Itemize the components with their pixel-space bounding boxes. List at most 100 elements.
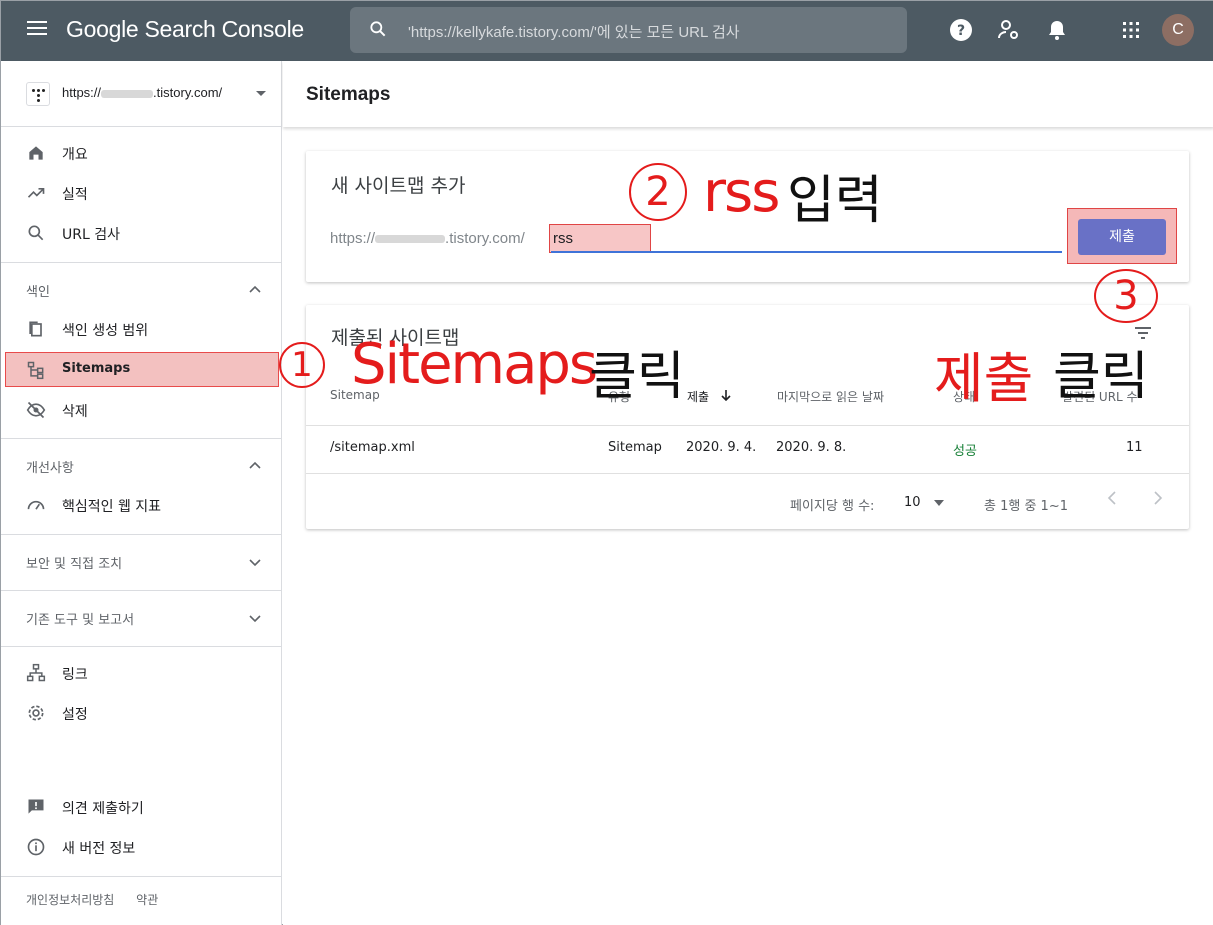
sitemap-submitted-date: 2020. 9. 4. [686, 440, 757, 455]
sidebar-item-performance[interactable]: 실적 [1, 173, 281, 213]
add-sitemap-title: 새 사이트맵 추가 [331, 175, 466, 197]
column-header-submitted[interactable]: 제출 [687, 388, 709, 405]
chevron-down-icon [249, 559, 261, 567]
section-enhancements-header[interactable]: 개선사항 [1, 443, 281, 487]
step2-annotation-red: rss [703, 160, 780, 225]
notifications-icon[interactable] [1045, 18, 1069, 42]
visibility-off-icon [26, 401, 46, 419]
input-underline [551, 251, 1062, 253]
divider [1, 590, 281, 591]
divider [1, 646, 281, 647]
step1-number-badge: 1 [279, 342, 325, 388]
speed-icon [27, 500, 45, 510]
sidebar-item-url-inspection[interactable]: URL 검사 [1, 213, 281, 253]
sidebar-item-label: 개요 [62, 147, 88, 163]
sitemap-status: 성공 [953, 444, 977, 459]
submit-button[interactable]: 제출 [1078, 219, 1166, 255]
home-icon [29, 146, 43, 160]
sidebar-item-sitemaps[interactable]: Sitemaps [1, 350, 281, 390]
sort-arrow-down-icon [721, 390, 731, 401]
step3-annotation-black: 클릭 [1053, 347, 1149, 407]
sidebar-item-whats-new[interactable]: 새 버전 정보 [1, 827, 281, 867]
sidebar-item-label: URL 검사 [62, 227, 120, 243]
chevron-up-icon [249, 285, 261, 293]
rows-per-page-label: 페이지당 행 수: [790, 499, 875, 514]
chevron-down-icon [249, 615, 261, 623]
app-brand[interactable]: Google Search Console [66, 16, 304, 43]
sidebar-item-label: 설정 [62, 707, 88, 723]
divider [1, 876, 281, 877]
help-icon[interactable]: ? [949, 18, 973, 42]
svg-text:?: ? [957, 23, 965, 39]
privacy-link[interactable]: 개인정보처리방침 [26, 893, 114, 907]
manage-users-icon[interactable] [997, 18, 1021, 42]
sitemap-url-count: 11 [1126, 440, 1143, 455]
info-icon [27, 838, 45, 856]
sidebar-item-label: 새 버전 정보 [62, 841, 136, 857]
divider [306, 473, 1189, 474]
sidebar-item-feedback[interactable]: 의견 제출하기 [1, 787, 281, 827]
settings-icon [28, 705, 44, 721]
terms-link[interactable]: 약관 [136, 893, 158, 907]
url-inspect-search[interactable]: 'https://kellykafe.tistory.com/'에 있는 모든 … [350, 7, 907, 53]
sidebar-item-core-web-vitals[interactable]: 핵심적인 웹 지표 [1, 485, 281, 525]
sidebar-item-settings[interactable]: 설정 [1, 693, 281, 733]
sidebar-item-coverage[interactable]: 색인 생성 범위 [1, 309, 281, 349]
sidebar-item-label: 의견 제출하기 [62, 801, 144, 817]
chevron-left-icon[interactable] [1106, 491, 1118, 505]
step1-annotation-black: 클릭 [589, 347, 685, 407]
search-input[interactable]: 'https://kellykafe.tistory.com/'에 있는 모든 … [408, 21, 740, 42]
top-app-bar: Google Search Console 'https://kellykafe… [1, 1, 1213, 61]
step1-annotation-red: Sitemaps [351, 332, 598, 397]
sidebar-item-label: 삭제 [62, 404, 88, 420]
sidebar-item-overview[interactable]: 개요 [1, 133, 281, 173]
section-security-header[interactable]: 보안 및 직접 조치 [1, 539, 281, 583]
sitemap-icon [27, 361, 44, 380]
divider [1, 534, 281, 535]
property-url: https://.tistory.com/ [62, 85, 223, 100]
footer-links: 개인정보처리방침 약관 [26, 891, 176, 908]
dropdown-caret-icon[interactable] [933, 499, 945, 507]
page-header: Sitemaps [283, 61, 1213, 127]
sitemap-last-read-date: 2020. 9. 8. [776, 440, 847, 455]
step2-number-badge: 2 [629, 163, 687, 221]
sidebar-item-label: 색인 생성 범위 [62, 323, 149, 339]
step2-annotation-black: 입력 [787, 171, 883, 231]
sitemap-type: Sitemap [608, 440, 662, 455]
coverage-icon [29, 321, 42, 337]
divider [306, 425, 1189, 426]
sidebar: https://.tistory.com/ 개요 실적 URL 검사 색인 색인… [1, 61, 282, 925]
sidebar-item-label: Sitemaps [62, 361, 131, 376]
sidebar-item-label: 핵심적인 웹 지표 [62, 499, 162, 515]
sidebar-item-label: 실적 [62, 187, 88, 203]
apps-grid-icon[interactable] [1119, 18, 1143, 42]
section-label: 기존 도구 및 보고서 [26, 613, 135, 628]
search-icon [28, 225, 44, 241]
chevron-right-icon[interactable] [1152, 491, 1164, 505]
section-label: 보안 및 직접 조치 [26, 557, 123, 572]
search-icon [370, 21, 386, 37]
pagination-range: 총 1행 중 1~1 [984, 499, 1068, 514]
section-legacy-header[interactable]: 기존 도구 및 보고서 [1, 595, 281, 639]
trending-up-icon [27, 188, 45, 198]
sitemap-url-input[interactable]: rss [553, 230, 573, 247]
chevron-up-icon [249, 461, 261, 469]
account-avatar[interactable]: C [1162, 14, 1194, 46]
property-selector[interactable]: https://.tistory.com/ [1, 61, 281, 127]
sidebar-item-links[interactable]: 링크 [1, 653, 281, 693]
rows-per-page-select[interactable]: 10 [904, 495, 921, 510]
sitemap-path[interactable]: /sitemap.xml [330, 440, 415, 455]
section-label: 개선사항 [26, 461, 74, 476]
feedback-icon [28, 799, 44, 814]
column-header-last-read[interactable]: 마지막으로 읽은 날짜 [777, 388, 884, 405]
step3-annotation-red: 제출 [934, 347, 1034, 410]
sidebar-item-removals[interactable]: 삭제 [1, 390, 281, 430]
page-title: Sitemaps [306, 84, 391, 105]
property-favicon-icon [26, 82, 50, 106]
step3-number-badge: 3 [1094, 269, 1158, 323]
section-index-header[interactable]: 색인 [1, 267, 281, 311]
dropdown-caret-icon[interactable] [256, 91, 266, 96]
divider [1, 262, 281, 263]
menu-icon[interactable] [27, 21, 47, 37]
sidebar-item-label: 링크 [62, 667, 88, 683]
